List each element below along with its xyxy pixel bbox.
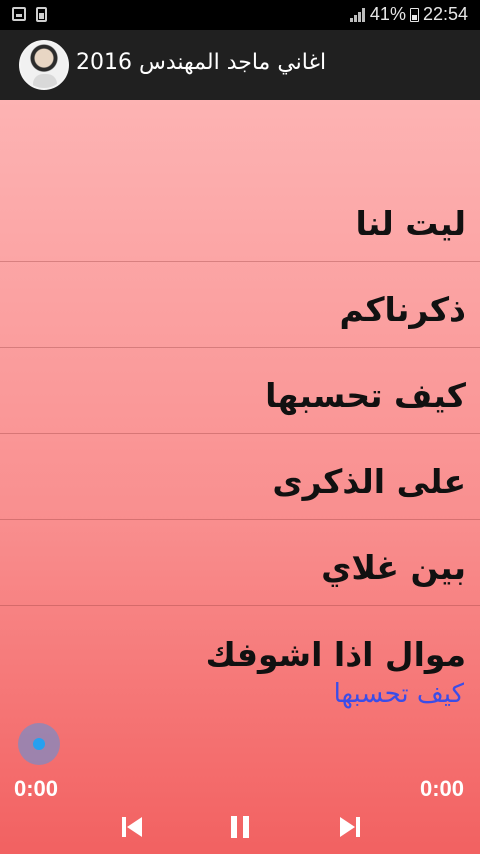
- status-indicators: 41% 22:54: [349, 4, 468, 25]
- app-title: اغاني ماجد المهندس 2016: [76, 50, 327, 75]
- song-title: موال اذا اشوفك: [205, 635, 466, 674]
- total-duration: 0:00: [419, 776, 464, 801]
- song-title: ذكرناكم: [339, 290, 466, 329]
- clock: 22:54: [422, 4, 468, 24]
- song-list-screen: ليت لنا ذكرناكم كيف تحسبها على الذكرى بي…: [0, 100, 480, 854]
- status-bar: 41% 22:54: [0, 0, 480, 30]
- song-title: بين غلاي: [321, 548, 466, 587]
- artist-avatar: [19, 40, 69, 90]
- playback-controls: [0, 814, 480, 844]
- song-title: على الذكرى: [272, 462, 466, 501]
- skip-previous-icon[interactable]: [120, 814, 144, 840]
- battery-icon: [409, 7, 419, 22]
- battery-saver-notification-icon: [36, 7, 47, 22]
- skip-next-icon[interactable]: [338, 814, 362, 840]
- song-title: ليت لنا: [355, 204, 466, 243]
- song-title: كيف تحسبها: [265, 376, 466, 415]
- seek-bar-thumb[interactable]: [18, 723, 60, 765]
- now-playing-title: كيف تحسبها: [333, 679, 464, 709]
- battery-percent: 41%: [369, 4, 406, 24]
- song-item[interactable]: على الذكرى: [0, 434, 480, 520]
- song-item[interactable]: ليت لنا: [0, 176, 480, 262]
- notification-icons: [12, 7, 47, 22]
- song-item[interactable]: ذكرناكم: [0, 262, 480, 348]
- signal-icon: [349, 7, 366, 22]
- song-item[interactable]: كيف تحسبها: [0, 348, 480, 434]
- song-item[interactable]: بين غلاي: [0, 520, 480, 606]
- app-bar: اغاني ماجد المهندس 2016: [0, 30, 480, 100]
- pause-icon[interactable]: [228, 814, 252, 840]
- song-list: ليت لنا ذكرناكم كيف تحسبها على الذكرى بي…: [0, 176, 480, 692]
- elapsed-time: 0:00: [14, 776, 59, 801]
- gallery-notification-icon: [12, 7, 26, 21]
